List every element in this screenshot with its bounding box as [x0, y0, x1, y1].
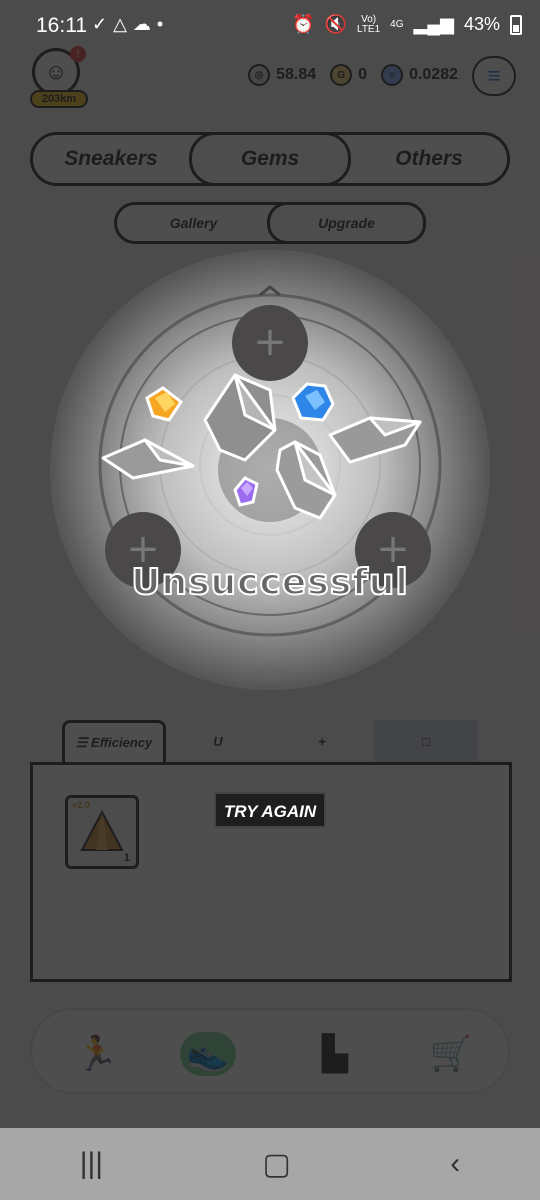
battery-icon [510, 14, 522, 35]
gem-fragments [101, 373, 422, 520]
recent-apps-icon[interactable]: ||| [80, 1147, 103, 1181]
upgrade-result-overlay: + + + Unsuccessful TRY AGAIN [0, 0, 540, 1200]
blue-gem-icon [291, 382, 335, 422]
volte-indicator: Vo) LTE1 [357, 14, 381, 35]
battery-text: 43% [463, 14, 500, 34]
home-icon[interactable]: ▢ [263, 1147, 291, 1182]
upgrade-result-title: Unsuccessful [130, 561, 409, 604]
volte-bottom: LTE1 [357, 23, 381, 35]
svg-text:+: + [253, 319, 287, 365]
purple-gem-icon [233, 476, 259, 507]
data-4g-indicator: 4G [390, 18, 404, 30]
clock: 16:11 [36, 14, 87, 37]
signal-icon: ▂▄▆ [413, 14, 454, 34]
mute-icon: 🔇 [324, 14, 347, 34]
back-icon[interactable]: ‹ [450, 1147, 460, 1181]
yellow-gem-icon [145, 386, 184, 422]
try-again-button[interactable]: TRY AGAIN [214, 792, 326, 828]
status-right: ⏰ 🔇 Vo) LTE1 4G ▂▄▆ 43% [292, 14, 522, 35]
system-nav-bar: ||| ▢ ‹ [0, 1128, 540, 1200]
status-bar: 16:11 ✓△☁• ⏰ 🔇 Vo) LTE1 4G ▂▄▆ 43% [0, 0, 540, 52]
alarm-icon: ⏰ [292, 14, 315, 34]
notification-icons: ✓△☁• [92, 14, 170, 34]
